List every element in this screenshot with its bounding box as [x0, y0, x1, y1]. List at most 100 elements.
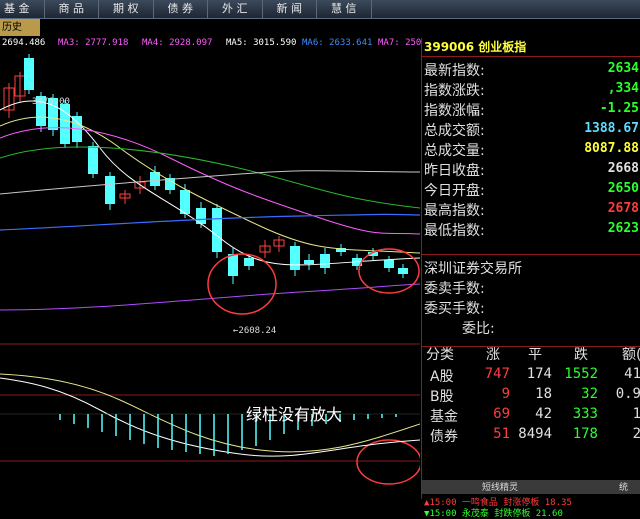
stat-value-0: 2634 [607, 61, 639, 76]
stat-value-1: ,334 [607, 81, 639, 96]
short-line-title: 短线精灵 [482, 483, 519, 493]
kline-chart-canvas [0, 54, 420, 485]
macd-dea-line [0, 373, 420, 453]
menu-item-0[interactable]: 基 金 [0, 0, 45, 18]
bid-ask-label-1: 委买手数: [424, 301, 485, 317]
exchange-name: 深圳证券交易所 [424, 261, 522, 277]
stat-label-6: 今日开盘: [424, 183, 485, 199]
stat-value-4: 8087.88 [584, 141, 639, 156]
candle-body-20 [290, 246, 300, 270]
table-cell-0-3: 1552 [564, 366, 598, 382]
panel-separator-2 [422, 346, 640, 347]
candle-body-8 [105, 176, 115, 204]
table-cell-2-2: 42 [535, 406, 552, 422]
stat-label-1: 指数涨跌: [424, 83, 485, 99]
table-cell-1-3: 32 [581, 386, 598, 402]
stat-row-4: 总成交量: 8087.88 [424, 140, 639, 160]
menu-item-2[interactable]: 期 权 [99, 0, 154, 18]
stat-row-6: 今日开盘: 2650 [424, 180, 639, 200]
stat-label-3: 总成交额: [424, 123, 485, 139]
table-cell-1-1: 9 [501, 386, 510, 402]
kline-chart[interactable]: 3476.00 ←2608.24 绿柱没有放大 [0, 48, 420, 499]
highlight-circle-low [207, 253, 277, 315]
low-price-label: ←2608.24 [233, 326, 277, 336]
stat-row-0: 最新指数: 2634 [424, 60, 639, 80]
stat-label-4: 总成交量: [424, 143, 485, 159]
highlight-circle-macd [356, 439, 420, 485]
stat-value-6: 2650 [607, 181, 639, 196]
candle-body-16 [228, 254, 238, 276]
table-cell-1-2: 18 [535, 386, 552, 402]
macd-dif-line [0, 377, 420, 457]
panel-separator-1 [422, 254, 640, 255]
table-header-4: 额(亿 [622, 347, 640, 363]
bid-ask-label-0: 委卖手数: [424, 281, 485, 297]
candle-body-15 [212, 208, 222, 252]
index-title: 399006 创业板指 [424, 40, 527, 54]
history-tab[interactable]: 历史 [0, 19, 40, 36]
exchange-row: 深圳证券交易所 [424, 258, 639, 278]
stat-value-7: 2678 [607, 201, 639, 216]
ma-label-1: MA3: 2777.918 [58, 38, 129, 48]
candle-body-26 [384, 260, 394, 268]
indicator-bar [0, 19, 640, 38]
stat-row-3: 总成交额: 1388.67 [424, 120, 639, 140]
bid-ask-row-1: 委买手数: [424, 298, 639, 318]
ma-label-5: MA7: 250 [378, 38, 422, 48]
table-cell-3-2: 8494 [518, 426, 552, 442]
menu-item-6[interactable]: 慧 信 [317, 0, 372, 18]
ma-line-blue [0, 213, 420, 231]
quote-panel: 399006 创业板指 最新指数: 2634 指数涨跌: ,334 指数涨幅: -1.25… [421, 38, 640, 519]
stat-row-8: 最低指数: 2623 [424, 220, 639, 240]
stat-row-5: 昨日收盘: 2668 [424, 160, 639, 180]
table-header-0: 分类 [426, 347, 454, 363]
stat-value-2: -1.25 [599, 101, 639, 116]
panel-separator-0 [422, 56, 640, 57]
table-cell-2-0: 基金 [430, 409, 458, 425]
menu-item-3[interactable]: 债 券 [154, 0, 208, 18]
candle-body-2 [24, 58, 34, 90]
alert-item-1[interactable]: ▼15:00 永茂泰 封跌停板 21.60 [424, 506, 563, 519]
ma-line-gray [0, 170, 420, 195]
table-cell-3-4: 2 [632, 426, 640, 442]
candle-body-27 [398, 268, 408, 274]
bid-ask-label-2: 委比: [462, 321, 495, 337]
bid-ask-row-2: 委比: [424, 318, 639, 338]
ma-label-3: MA5: 3015.590 [226, 38, 297, 48]
candle-body-22 [320, 254, 330, 268]
table-cell-2-1: 69 [493, 406, 510, 422]
stat-label-0: 最新指数: [424, 63, 485, 79]
stat-label-5: 昨日收盘: [424, 163, 485, 179]
table-cell-2-4: 1 [632, 406, 640, 422]
candle-body-7 [88, 146, 98, 174]
stat-label-7: 最高指数: [424, 203, 485, 219]
stat-row-1: 指数涨跌: ,334 [424, 80, 639, 100]
table-cell-3-3: 178 [572, 426, 598, 442]
table-cell-0-1: 747 [484, 366, 510, 382]
candle-body-21 [304, 260, 314, 264]
stat-value-3: 1388.67 [584, 121, 639, 136]
table-header-3: 跌 [574, 347, 588, 363]
table-cell-0-2: 174 [526, 366, 552, 382]
ma-label-2: MA4: 2928.097 [142, 38, 213, 48]
menu-item-4[interactable]: 外 汇 [208, 0, 263, 18]
ma-line-purple [0, 283, 420, 311]
stat-label-8: 最低指数: [424, 223, 485, 239]
stat-row-2: 指数涨幅: -1.25 [424, 100, 639, 120]
short-line-bar[interactable]: 短线精灵 统 [422, 480, 640, 494]
ma-label-4: MA6: 2633.641 [302, 38, 373, 48]
table-cell-0-4: 41 [624, 366, 640, 382]
stat-row-7: 最高指数: 2678 [424, 200, 639, 220]
table-cell-3-0: 债券 [430, 429, 458, 445]
table-cell-0-0: A股 [430, 369, 454, 385]
menu-item-5[interactable]: 新 闻 [263, 0, 317, 18]
ma-label-0: 2694.486 [2, 38, 46, 48]
high-price-label: 3476.00 [32, 97, 70, 107]
table-cell-1-4: 0.9 [615, 386, 640, 402]
stat-value-5: 2668 [607, 161, 639, 176]
bid-ask-row-0: 委卖手数: [424, 278, 639, 298]
short-line-right: 统 [619, 483, 629, 493]
table-cell-1-0: B股 [430, 389, 454, 405]
table-cell-2-3: 333 [572, 406, 598, 422]
menu-item-1[interactable]: 商 品 [45, 0, 99, 18]
